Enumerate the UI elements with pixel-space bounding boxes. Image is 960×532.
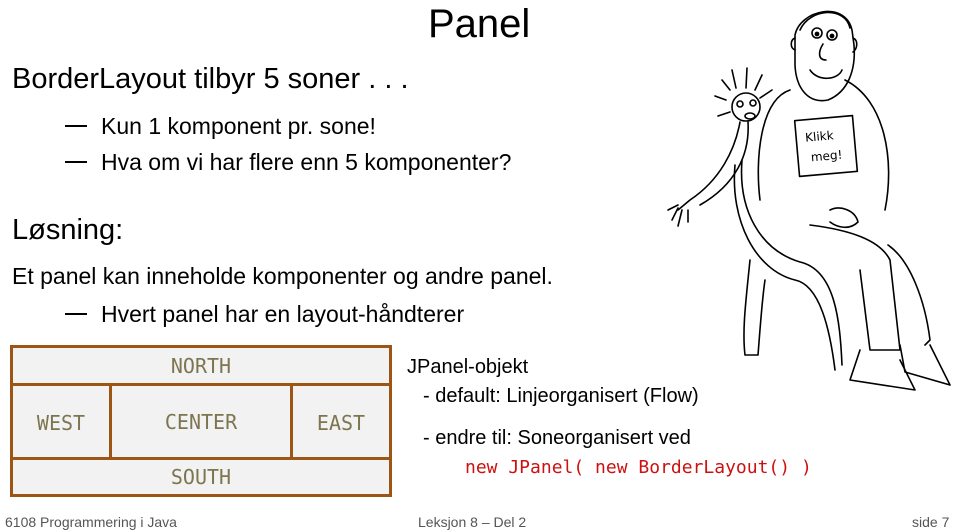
slide-title: Panel — [428, 2, 531, 46]
dash-icon — [65, 160, 87, 163]
svg-text:meg!: meg! — [810, 148, 843, 165]
dash-icon — [65, 312, 87, 315]
zone-west: WEST — [36, 411, 86, 435]
footer-page-number: side 7 — [912, 514, 950, 530]
border-layout-diagram: NORTH WEST CENTER EAST SOUTH — [10, 345, 392, 497]
zone-south: SOUTH — [170, 465, 232, 489]
footer-course: 6108 Programmering i Java — [5, 514, 177, 530]
code-snippet: new JPanel( new BorderLayout() ) — [465, 457, 812, 478]
heading-borderlayout: BorderLayout tilbyr 5 soner . . . — [12, 63, 409, 95]
dash-icon — [65, 124, 87, 127]
zone-center: CENTER — [164, 410, 238, 434]
heading-losning: Løsning: — [12, 214, 124, 246]
svg-text:Klikk: Klikk — [805, 128, 835, 144]
zone-east: EAST — [316, 411, 366, 435]
body-line: Et panel kan inneholde komponenter og an… — [12, 263, 553, 289]
bullet-item: Kun 1 komponent pr. sone! — [65, 112, 376, 140]
bullet-text: Hvert panel har en layout-håndterer — [101, 301, 465, 327]
man-on-chair-illustration-icon: Klikk meg! — [667, 10, 951, 391]
footer-lesson: Leksjon 8 – Del 2 — [418, 514, 527, 530]
jpanel-default: - default: Linjeorganisert (Flow) — [423, 385, 699, 407]
bullet-text: Kun 1 komponent pr. sone! — [101, 113, 376, 139]
bullet-item: Hva om vi har flere enn 5 komponenter? — [65, 148, 511, 176]
jpanel-change: - endre til: Soneorganisert ved — [423, 427, 691, 449]
jpanel-title: JPanel-objekt — [407, 356, 529, 378]
divider — [13, 457, 389, 460]
zone-north: NORTH — [170, 354, 232, 378]
divider — [13, 383, 389, 386]
bullet-item: Hvert panel har en layout-håndterer — [65, 300, 464, 328]
bullet-text: Hva om vi har flere enn 5 komponenter? — [101, 149, 512, 175]
